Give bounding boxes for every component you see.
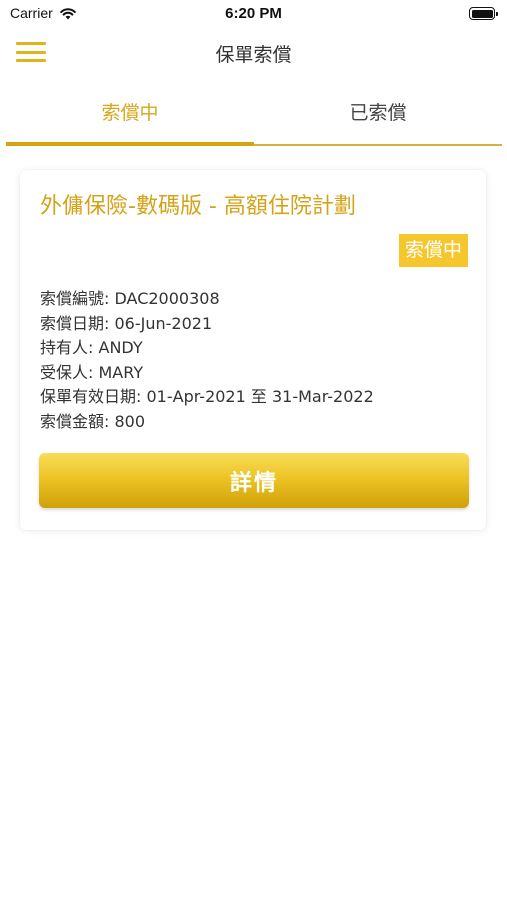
claim-amount-label: 索償金額: xyxy=(40,411,110,431)
holder-label: 持有人: xyxy=(40,338,94,358)
battery-level xyxy=(471,9,493,18)
insured-row: 受保人: MARY xyxy=(40,361,374,386)
status-bar: Carrier 6:20 PM xyxy=(0,0,507,28)
claim-number-value: DAC2000308 xyxy=(114,289,220,308)
claim-amount-value: 800 xyxy=(114,411,146,431)
claim-date-label: 索償日期: xyxy=(40,313,110,333)
insured-value: MARY xyxy=(98,362,144,382)
claim-date-value: 06-Jun-2021 xyxy=(114,313,213,333)
battery-icon xyxy=(469,7,498,20)
insured-label: 受保人: xyxy=(40,362,94,382)
claim-info: 索償編號: DAC2000308 索償日期: 06-Jun-2021 持有人: … xyxy=(40,287,374,435)
status-badge: 索償中 xyxy=(398,234,468,267)
claim-date-row: 索償日期: 06-Jun-2021 xyxy=(40,312,374,337)
claim-amount-row: 索償金額: 800 xyxy=(40,410,374,435)
claim-tabs: 索償中 已索償 xyxy=(6,92,502,147)
policy-period-value: 01-Apr-2021 至 31-Mar-2022 xyxy=(146,387,374,407)
clock: 6:20 PM xyxy=(225,5,282,22)
policy-period-label: 保單有效日期: xyxy=(40,387,142,407)
holder-row: 持有人: ANDY xyxy=(40,336,374,361)
claim-number-label: 索償編號: xyxy=(40,289,110,308)
claim-number-row: 索償編號: DAC2000308 xyxy=(40,287,374,312)
holder-value: ANDY xyxy=(98,338,143,358)
active-tab-indicator xyxy=(6,142,254,146)
tab-claiming[interactable]: 索償中 xyxy=(6,92,254,144)
plan-title: 外傭保險-數碼版 - 高額住院計劃 xyxy=(40,194,356,219)
page-title: 保單索償 xyxy=(215,44,292,66)
policy-period-row: 保單有效日期: 01-Apr-2021 至 31-Mar-2022 xyxy=(40,385,374,410)
details-button[interactable]: 詳情 xyxy=(39,453,469,508)
claim-card: 外傭保險-數碼版 - 高額住院計劃 索償中 索償編號: DAC2000308 索… xyxy=(20,170,486,530)
navigation-bar: 保單索償 xyxy=(0,28,507,76)
tab-claimed[interactable]: 已索償 xyxy=(254,92,502,144)
